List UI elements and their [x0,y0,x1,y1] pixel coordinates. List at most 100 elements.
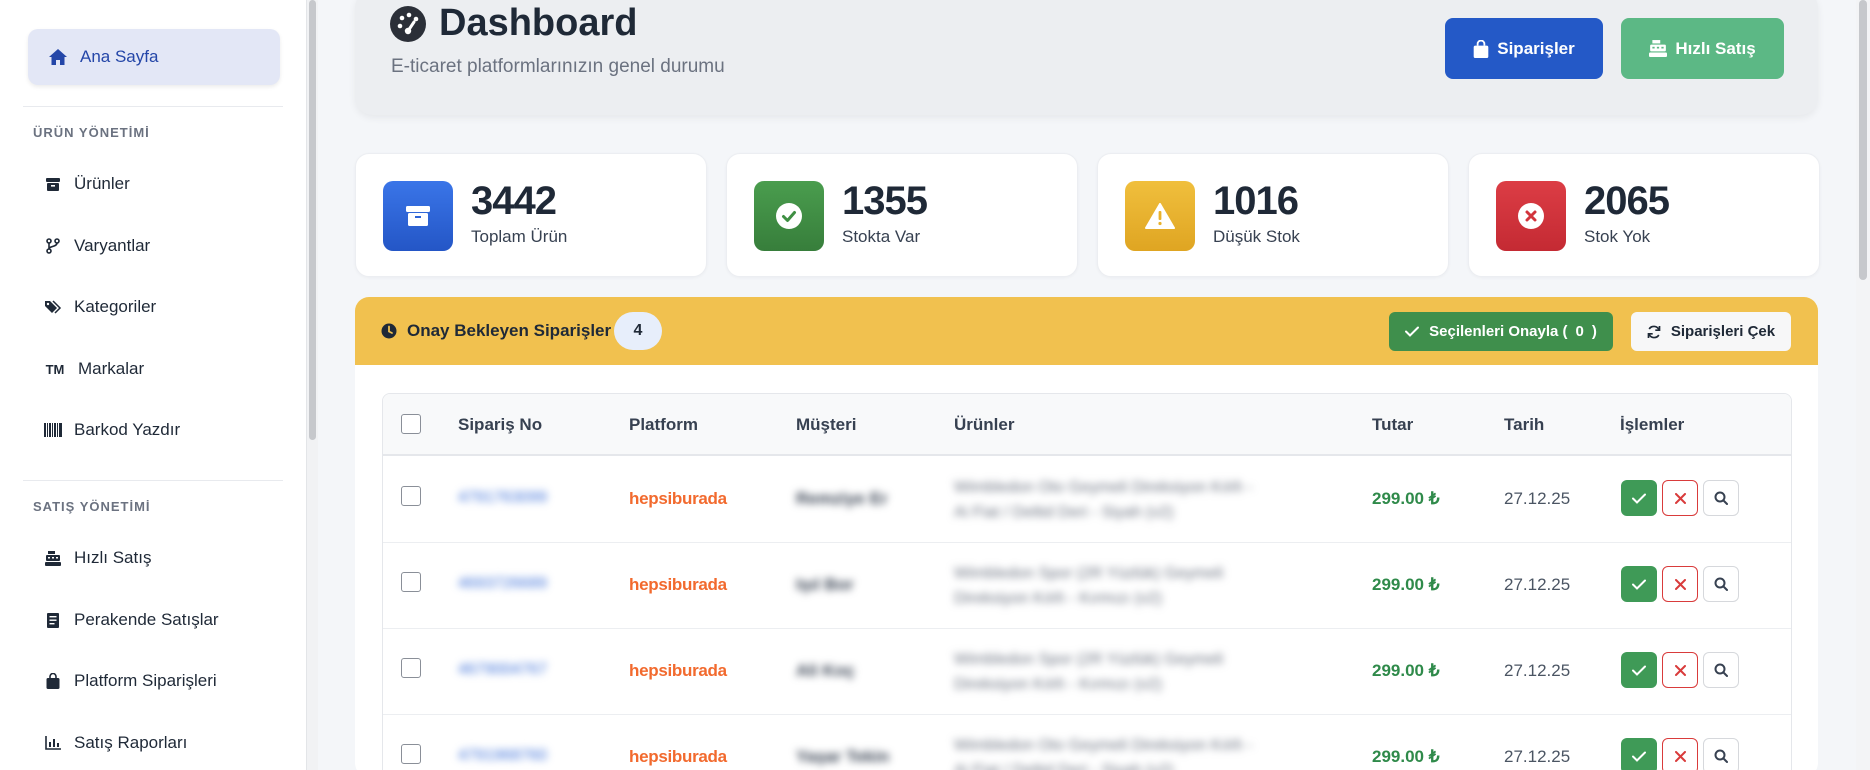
scroll-thumb[interactable] [309,0,316,440]
reject-order-button[interactable] [1662,480,1698,516]
row-checkbox[interactable] [401,658,421,678]
row-checkbox[interactable] [401,744,421,764]
approve-order-button[interactable] [1621,738,1657,770]
table-header: Sipariş No Platform Müşteri Ürünler Tuta… [383,394,1791,456]
divider [23,480,283,481]
table-row: 4679004767 hepsiburada Ali Koç Wimbledon… [383,629,1791,715]
scroll-thumb[interactable] [1859,0,1867,280]
stat-card-low-stock: 1016 Düşük Stok [1097,153,1449,277]
order-number-link[interactable]: 4791763099 [458,489,547,507]
check-icon [1405,326,1420,337]
sidebar-item-label: Hızlı Satış [74,548,152,567]
sidebar-item-label: Platform Siparişleri [74,671,217,690]
divider [23,106,283,107]
trademark-icon: TM [45,361,65,377]
platform-name: hepsiburada [629,747,727,766]
receipt-icon [44,611,62,629]
sidebar-item-variants[interactable]: Varyantlar [44,231,150,261]
column-header: Tutar [1372,415,1414,434]
view-order-button[interactable] [1703,480,1739,516]
products-cell: Wimbledon Oto Geymeli Direksiyon Kılıfı … [954,733,1284,770]
stat-label: Stokta Var [842,227,921,246]
cash-register-icon [44,549,62,567]
products-cell: Wimbledon Spor (2R Yüzlük) Geymeli Direk… [954,561,1284,611]
sidebar-item-brands[interactable]: TM Markalar [44,354,145,384]
customer-name: Ali Koç [796,661,855,680]
row-checkbox[interactable] [401,572,421,592]
approve-selected-label: Seçilenleri Onayla ( [1429,323,1568,340]
cash-register-icon [1649,40,1668,57]
pending-orders-title: Onay Bekleyen Siparişler [407,321,612,340]
sidebar-item-label: Kategoriler [74,297,157,316]
orders-button-label: Siparişler [1497,38,1575,58]
order-number-link[interactable]: 4791968760 [458,747,547,765]
column-header: Müşteri [796,415,857,434]
sidebar-item-products[interactable]: Ürünler [44,169,130,199]
sidebar-scrollbar[interactable] [306,0,318,770]
customer-name: Remziye Er [796,489,888,508]
clock-icon [381,323,397,339]
close-icon [1674,492,1686,504]
search-icon [1714,491,1728,505]
sidebar-item-home[interactable]: Ana Sayfa [28,29,280,85]
view-order-button[interactable] [1703,652,1739,688]
approve-order-button[interactable] [1621,566,1657,602]
box-icon [383,181,453,251]
reject-order-button[interactable] [1662,566,1698,602]
sidebar-item-label: Markalar [78,359,145,378]
page-scrollbar[interactable] [1856,0,1870,770]
row-checkbox[interactable] [401,486,421,506]
pending-orders-header: Onay Bekleyen Siparişler 4 Seçilenleri O… [355,297,1818,365]
tags-icon [44,298,62,316]
stat-value: 1016 [1213,179,1299,223]
approve-order-button[interactable] [1621,480,1657,516]
product-line: Wimbledon Spor (2R Yüzlük) Geymeli [954,565,1224,582]
order-amount: 299.00 ₺ [1372,661,1440,680]
check-icon [1632,751,1646,762]
box-icon [44,175,62,193]
pull-orders-label: Siparişleri Çek [1670,323,1776,340]
approve-selected-button[interactable]: Seçilenleri Onayla ( 0 ) [1389,312,1613,351]
products-cell: Wimbledon Oto Geymeli Direksiyon Kılıfı … [954,475,1284,525]
order-number-link[interactable]: 4679004767 [458,661,547,679]
sidebar-item-quick-sale[interactable]: Hızlı Satış [44,543,151,573]
quick-sale-button[interactable]: Hızlı Satış [1621,18,1784,79]
platform-name: hepsiburada [629,575,727,594]
column-header: Tarih [1504,415,1545,434]
product-line: Direksiyon Kılıfı - Kırmızı (v2) [954,590,1163,607]
platform-name: hepsiburada [629,489,727,508]
select-all-checkbox[interactable] [401,414,421,434]
close-icon [1674,750,1686,762]
approve-order-button[interactable] [1621,652,1657,688]
orders-table: Sipariş No Platform Müşteri Ürünler Tuta… [382,393,1792,770]
sidebar-item-sales-reports[interactable]: Satış Raporları [44,728,187,758]
view-order-button[interactable] [1703,738,1739,770]
order-number-link[interactable]: 4693726689 [458,575,547,593]
sidebar-item-barcode[interactable]: Barkod Yazdır [44,415,180,445]
sidebar-item-retail-sales[interactable]: Perakende Satışlar [44,605,219,635]
stat-label: Toplam Ürün [471,227,568,246]
table-row: 4791968760 hepsiburada Yaşar Tekin Wimbl… [383,715,1791,770]
stat-value: 1355 [842,179,928,223]
check-icon [1632,493,1646,504]
order-date: 27.12.25 [1504,661,1571,680]
search-icon [1714,577,1728,591]
pull-orders-button[interactable]: Siparişleri Çek [1631,312,1791,351]
stat-value: 2065 [1584,179,1670,223]
view-order-button[interactable] [1703,566,1739,602]
pending-orders-title-wrap: Onay Bekleyen Siparişler [381,321,611,341]
sidebar-item-categories[interactable]: Kategoriler [44,292,156,322]
customer-name: Işıl Bor [796,575,854,594]
sidebar-item-label: Barkod Yazdır [74,420,181,439]
product-line: Wimbledon Oto Geymeli Direksiyon Kılıfı … [954,479,1253,496]
product-line: Ai Fiat / Deltid Deri - Siyah (v2) [954,758,1284,770]
reject-order-button[interactable] [1662,652,1698,688]
sidebar: Ana Sayfa ÜRÜN YÖNETİMİ Ürünler Varyantl… [0,0,306,770]
column-header: Sipariş No [458,415,543,434]
orders-button[interactable]: Siparişler [1445,18,1603,79]
sidebar-item-platform-orders[interactable]: Platform Siparişleri [44,666,217,696]
reject-order-button[interactable] [1662,738,1698,770]
order-amount: 299.00 ₺ [1372,747,1440,766]
warning-icon [1125,181,1195,251]
section-title-product: ÜRÜN YÖNETİMİ [33,125,150,140]
